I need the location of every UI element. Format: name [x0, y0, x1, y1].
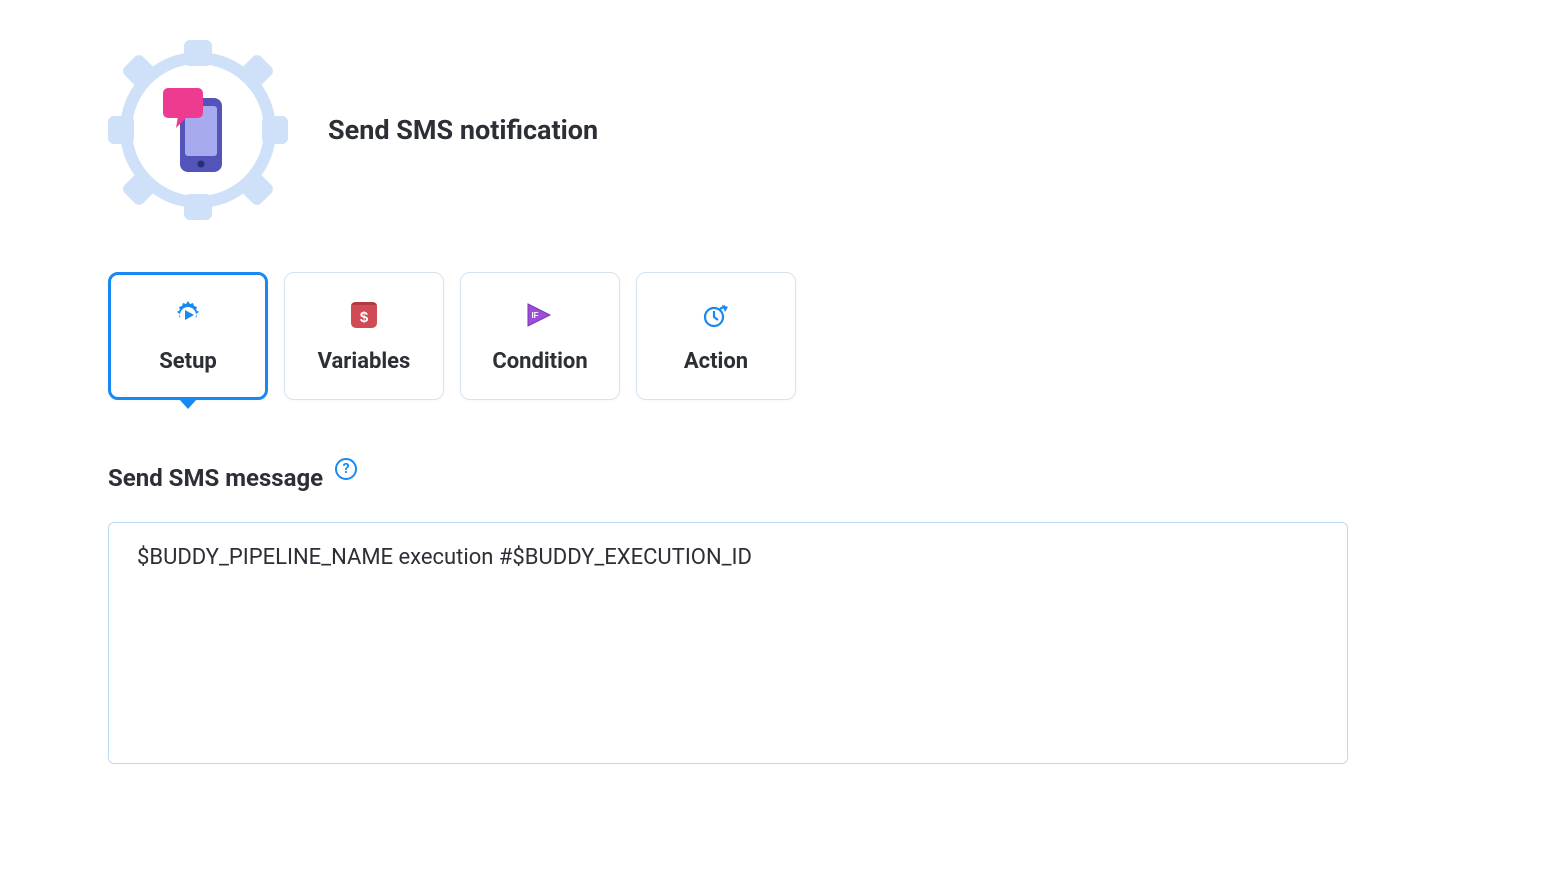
section-title: Send SMS message — [108, 464, 323, 492]
setup-gear-icon — [172, 299, 204, 331]
tab-variables[interactable]: $ Variables — [284, 272, 444, 400]
page-header: Send SMS notification — [108, 40, 1541, 220]
tab-action[interactable]: Action — [636, 272, 796, 400]
page-title: Send SMS notification — [328, 114, 598, 146]
tab-label: Variables — [318, 349, 411, 374]
tab-label: Setup — [159, 349, 217, 374]
sms-message-input[interactable] — [108, 522, 1348, 764]
svg-text:$: $ — [360, 309, 369, 326]
tab-setup[interactable]: Setup — [108, 272, 268, 400]
condition-icon: IF — [524, 299, 556, 331]
section-heading: Send SMS message ? — [108, 464, 1541, 492]
help-icon[interactable]: ? — [335, 458, 357, 480]
sms-gear-badge-icon — [108, 40, 288, 220]
svg-text:IF: IF — [531, 311, 538, 320]
tab-label: Condition — [492, 349, 587, 374]
action-icon — [700, 299, 732, 331]
variables-icon: $ — [348, 299, 380, 331]
tab-label: Action — [684, 349, 748, 374]
tab-condition[interactable]: IF Condition — [460, 272, 620, 400]
tab-row: Setup $ Variables IF Condition — [108, 272, 1541, 400]
